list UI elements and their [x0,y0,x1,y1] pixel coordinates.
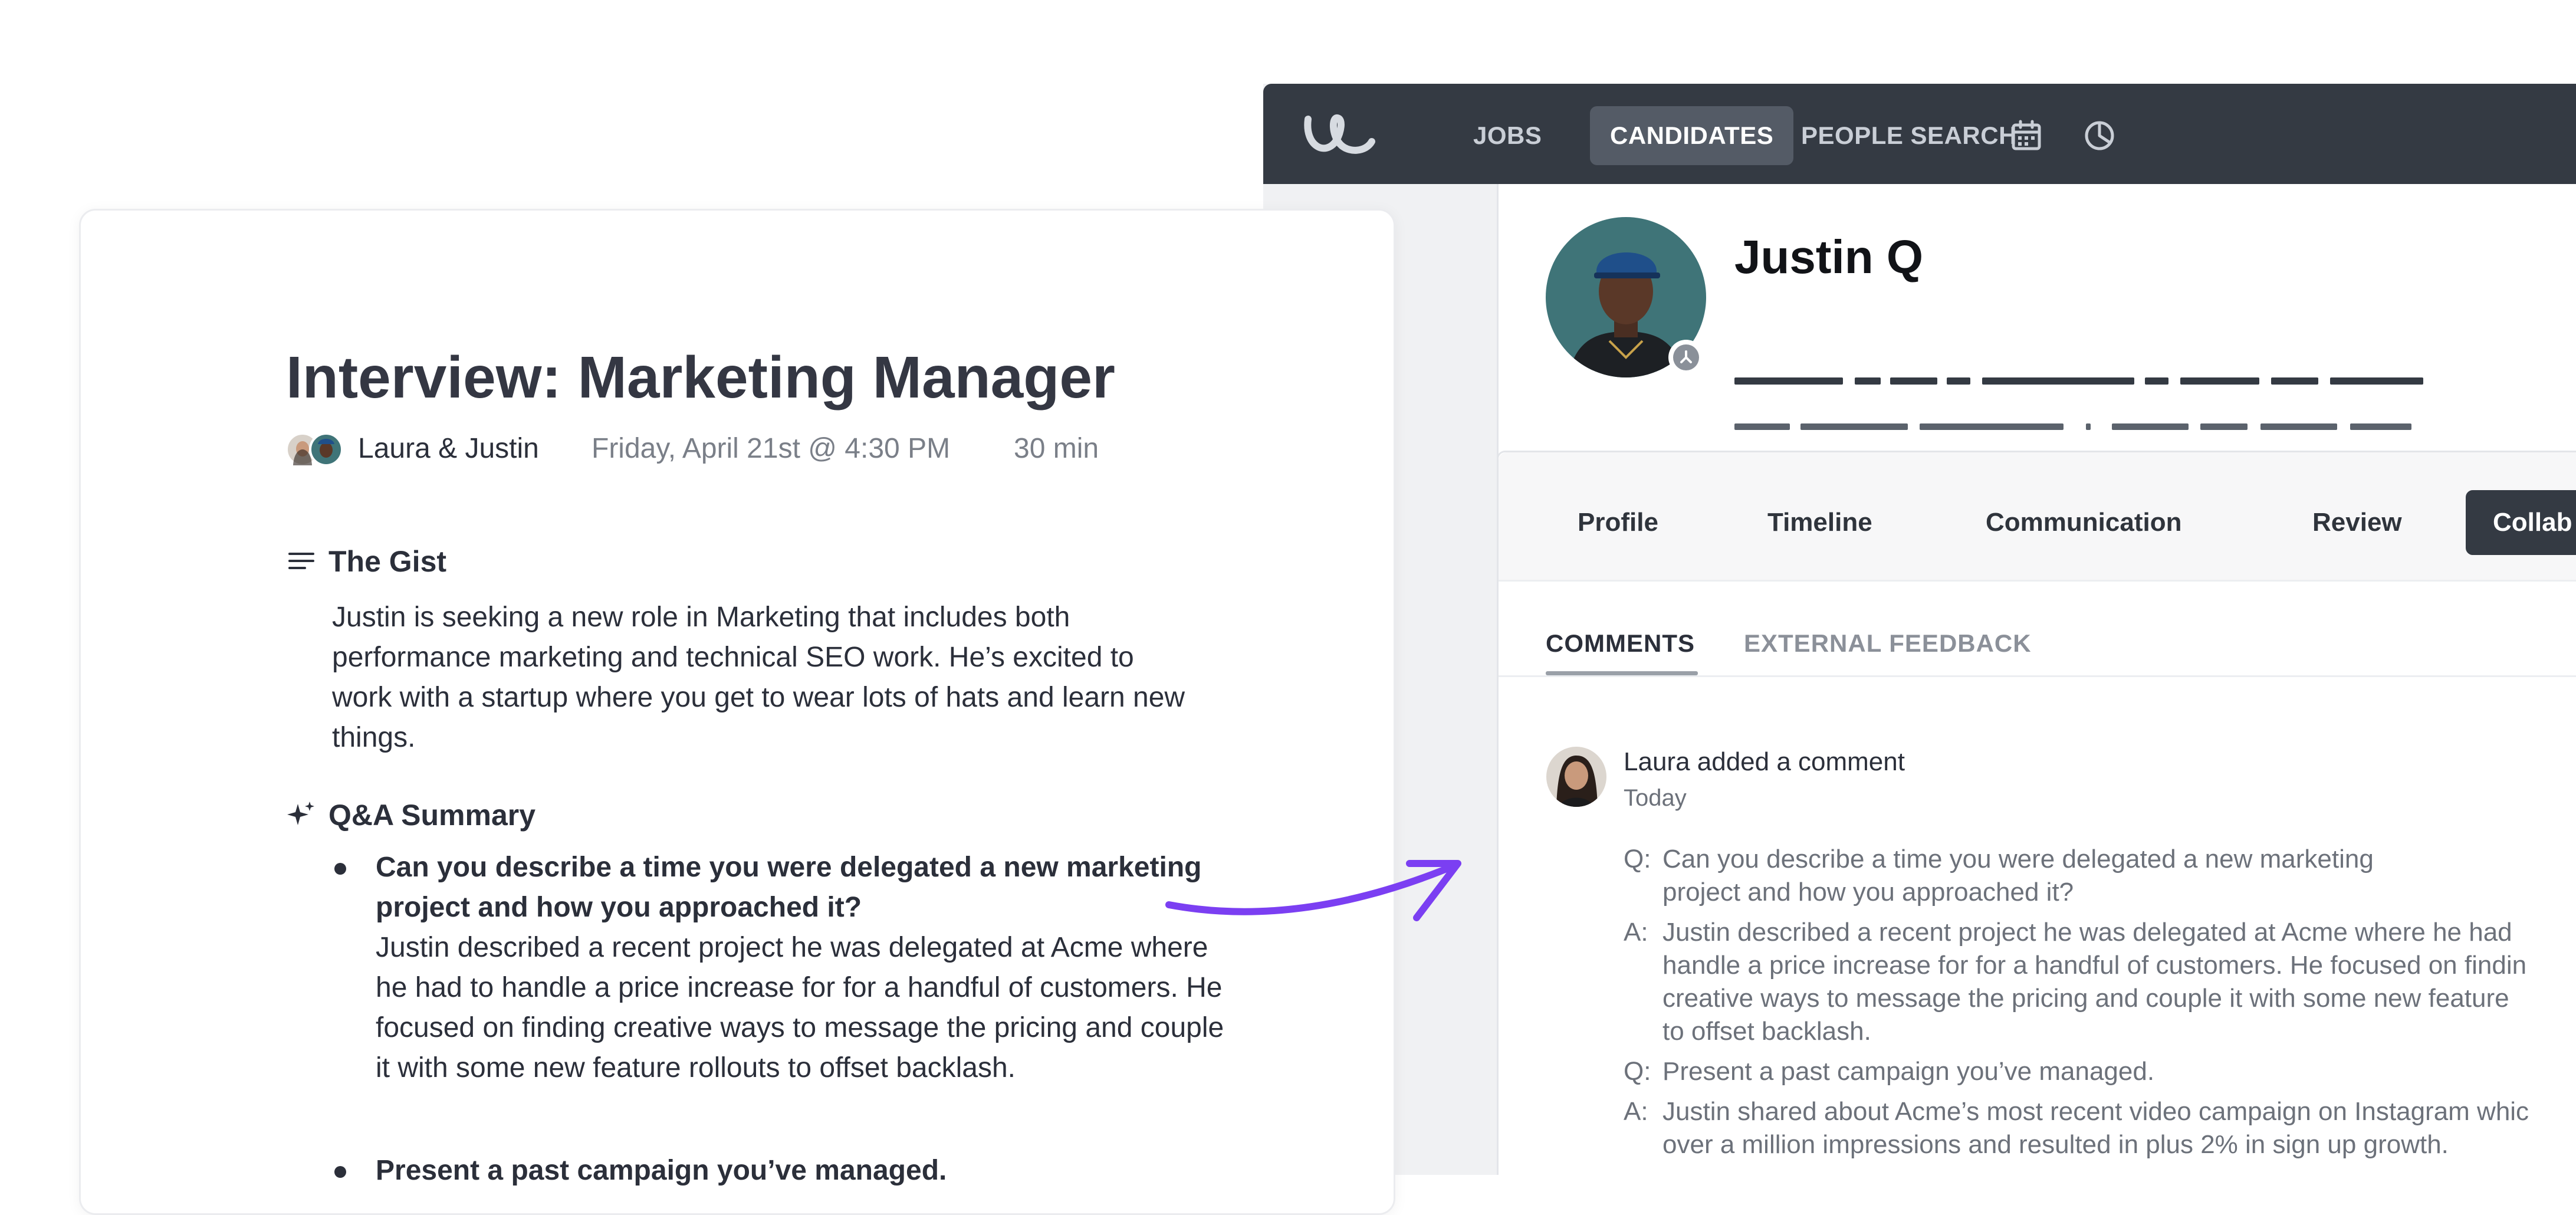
gist-heading: The Gist [328,545,447,578]
qa-text: Justin described a recent project he was… [1662,918,2512,947]
tab-timeline[interactable]: Timeline [1740,490,1900,555]
qa-text: project and how you approached it? [1662,878,2074,907]
redacted-text [1734,377,1843,385]
comment-timestamp: Today [1624,785,1687,811]
text-lines-icon [288,553,314,569]
candidate-detail-panel: Profile Timeline Communication Review Co… [1497,451,2576,1175]
subtab-comments[interactable]: COMMENTS [1546,629,1695,658]
pie-chart-icon[interactable] [2082,118,2117,153]
candidate-app-window: JOBS CANDIDATES PEOPLE SEARCH Justin Q P… [1263,84,2576,1175]
redacted-text [1947,377,1970,385]
participants: Laura & Justin [358,433,539,464]
interview-summary-card: Interview: Marketing Manager Laura & Jus… [79,209,1395,1215]
redacted-text [2350,423,2411,430]
qa-label: Q: [1624,845,1651,874]
calendar-icon[interactable] [2009,118,2044,153]
qa-text: handle a price increase for for a handfu… [1662,951,2527,980]
qa-heading: Q&A Summary [328,799,536,832]
tab-profile[interactable]: Profile [1550,490,1685,555]
qa-text: Justin shared about Acme’s most recent v… [1662,1097,2529,1126]
participant-avatars [286,432,343,467]
qa-text: Can you describe a time you were delegat… [1662,845,2374,874]
app-logo-icon[interactable] [1302,111,1378,158]
redacted-text [1800,423,1908,430]
redacted-text [2260,423,2337,430]
qa-item: Present a past campaign you’ve managed. [376,1151,1237,1191]
redacted-text [1982,377,2134,385]
nav-candidates[interactable]: CANDIDATES [1590,106,1794,165]
interview-date: Friday, April 21st @ 4:30 PM [592,433,951,464]
arrow-icon [1165,860,1461,921]
subtab-divider [1499,675,2576,677]
qa-label: A: [1624,918,1648,947]
bullet [334,1166,346,1178]
redacted-text [2112,423,2189,430]
redacted-text [2200,423,2248,430]
qa-label: A: [1624,1097,1648,1126]
redacted-text [1734,423,1790,430]
comment-author: Laura added a comment [1624,747,1905,776]
qa-text: Present a past campaign you’ve managed. [1662,1057,2155,1086]
tab-review[interactable]: Review [2285,490,2429,555]
top-navigation-bar: JOBS CANDIDATES PEOPLE SEARCH [1263,84,2576,184]
redacted-text [2271,377,2318,385]
redacted-text [2145,377,2168,385]
redacted-text [1890,377,1937,385]
candidate-avatar[interactable] [1545,216,1707,379]
qa-question: Can you describe a time you were delegat… [376,852,1202,923]
nav-jobs[interactable]: JOBS [1453,106,1562,165]
qa-text: creative ways to message the pricing and… [1662,984,2509,1013]
nav-people-search[interactable]: PEOPLE SEARCH [1781,106,2037,165]
redacted-text [1855,377,1881,385]
qa-label: Q: [1624,1057,1651,1086]
active-subtab-indicator [1546,671,1698,675]
commenter-avatar[interactable] [1546,746,1607,807]
candidate-tabs: Profile Timeline Communication Review Co… [1499,452,2576,582]
qa-text: to offset backlash. [1662,1017,1871,1046]
qa-item: Can you describe a time you were delegat… [376,848,1237,1088]
redacted-text [2086,423,2091,430]
qa-question: Present a past campaign you’ve managed. [376,1155,947,1186]
subtab-external-feedback[interactable]: EXTERNAL FEEDBACK [1744,629,2032,658]
gist-text: Justin is seeking a new role in Marketin… [332,602,1185,753]
interview-duration: 30 min [1014,433,1099,464]
sparkles-icon [287,802,314,825]
doc-title: Interview: Marketing Manager [286,344,1115,411]
tab-collaboration[interactable]: Collab [2466,490,2576,555]
qa-answer: Justin described a recent project he was… [376,932,1224,1083]
redacted-text [2330,377,2423,385]
redacted-text [1920,423,2064,430]
candidate-name: Justin Q [1734,231,1924,283]
qa-text: over a million impressions and resulted … [1662,1130,2449,1159]
redacted-text [2180,377,2259,385]
tab-communication[interactable]: Communication [1959,490,2209,555]
bullet [334,863,346,875]
